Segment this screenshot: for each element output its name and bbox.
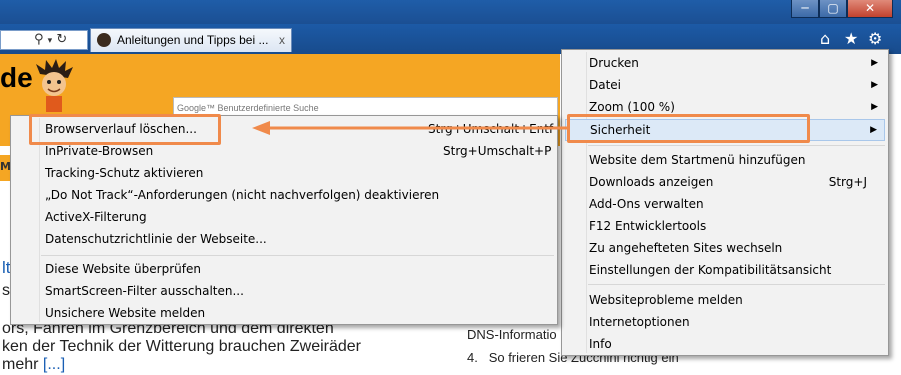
menu-item-activex-filter[interactable]: ActiveX-Filterung (11, 206, 557, 228)
title-bar (0, 0, 901, 24)
favicon-icon (97, 33, 111, 47)
menu-item-label: Websiteprobleme melden (589, 293, 743, 307)
menu-item-startmenu[interactable]: Website dem Startmenü hinzufügen (562, 149, 888, 171)
address-bar-icons: ⚲ ▾ ↻ (34, 30, 67, 51)
menu-item-label: SmartScreen-Filter ausschalten... (45, 284, 244, 298)
tab-close-icon[interactable]: x (279, 29, 285, 51)
highlight-sicherheit (567, 114, 810, 143)
security-submenu: Browserverlauf löschen... Strg+Umschalt+… (10, 115, 558, 325)
menu-item-downloads[interactable]: Downloads anzeigen Strg+J (562, 171, 888, 193)
menu-item-drucken[interactable]: Drucken ▶ (562, 52, 888, 74)
menu-separator (588, 284, 885, 285)
menu-item-info[interactable]: Info (562, 333, 888, 355)
menu-item-label: Drucken (589, 56, 639, 70)
menu-item-shortcut: Strg+J (828, 175, 867, 189)
menu-item-label: Einstellungen der Kompatibilitätsansicht (589, 263, 832, 277)
menu-item-label: Info (589, 337, 612, 351)
article-line: s (2, 282, 10, 299)
search-icon[interactable]: ⚲ (34, 32, 44, 47)
menu-item-compat-view[interactable]: Einstellungen der Kompatibilitätsansicht (562, 259, 888, 281)
close-window-button[interactable]: ✕ (847, 0, 893, 18)
dropdown-icon[interactable]: ▾ (48, 36, 53, 46)
sidebar-item-number: 4. (467, 350, 478, 365)
article-line-last: mehr [...] (2, 356, 65, 374)
menu-item-label: Datenschutzrichtlinie der Webseite... (45, 232, 267, 246)
menu-item-label: ActiveX-Filterung (45, 210, 147, 224)
menu-item-internet-options[interactable]: Internetoptionen (562, 311, 888, 333)
pointer-arrow-icon (252, 121, 568, 135)
article-line: ken der Technik der Witterung brauchen Z… (2, 338, 361, 355)
menu-item-do-not-track[interactable]: „Do Not Track“-Anforderungen (nicht nach… (11, 184, 557, 206)
submenu-arrow-icon: ▶ (871, 80, 878, 90)
refresh-icon[interactable]: ↻ (56, 32, 67, 47)
tools-gear-icon[interactable]: ⚙ (868, 29, 882, 49)
home-icon[interactable]: ⌂ (820, 29, 830, 49)
site-logo[interactable]: de (0, 62, 33, 94)
menu-item-label: Internetoptionen (589, 315, 690, 329)
menu-item-pinned-sites[interactable]: Zu angehefteten Sites wechseln (562, 237, 888, 259)
menu-item-label: Downloads anzeigen (589, 175, 714, 189)
article-line: mehr (2, 356, 39, 373)
highlight-clear-history (29, 114, 221, 145)
maximize-button[interactable]: ▢ (819, 0, 847, 18)
menu-item-tracking-protection[interactable]: Tracking-Schutz aktivieren (11, 162, 557, 184)
menu-item-label: Tracking-Schutz aktivieren (45, 166, 204, 180)
menu-item-label: Zu angehefteten Sites wechseln (589, 241, 783, 255)
menu-item-label: Add-Ons verwalten (589, 197, 704, 211)
tab-title: Anleitungen und Tipps bei ... (117, 33, 269, 47)
favorites-star-icon[interactable]: ★ (844, 29, 858, 49)
menu-item-label: Datei (589, 78, 622, 92)
tools-menu: Drucken ▶ Datei ▶ Zoom (100 %) ▶ Sicherh… (561, 49, 889, 356)
menu-item-datei[interactable]: Datei ▶ (562, 74, 888, 96)
menu-item-label: Unsichere Website melden (45, 306, 206, 320)
sidebar-item[interactable]: DNS-Informatio (467, 327, 557, 342)
tab-active[interactable]: Anleitungen und Tipps bei ... x (90, 28, 292, 52)
minimize-button[interactable]: ─ (791, 0, 819, 18)
menu-item-label: F12 Entwicklertools (589, 219, 707, 233)
mascot-icon (36, 59, 73, 112)
submenu-arrow-icon: ▶ (871, 58, 878, 68)
menu-item-shortcut: Strg+Umschalt+P (443, 144, 552, 158)
menu-item-privacy-policy[interactable]: Datenschutzrichtlinie der Webseite... (11, 228, 557, 250)
menu-separator (588, 145, 885, 146)
menu-item-f12[interactable]: F12 Entwicklertools (562, 215, 888, 237)
read-more-link[interactable]: [...] (43, 356, 65, 373)
menu-item-label: „Do Not Track“-Anforderungen (nicht nach… (45, 188, 440, 202)
menu-separator (41, 255, 554, 256)
menu-item-check-website[interactable]: Diese Website überprüfen (11, 258, 557, 280)
menu-item-report-unsafe[interactable]: Unsichere Website melden (11, 302, 557, 324)
submenu-arrow-icon: ▶ (870, 125, 877, 135)
menu-item-label: Diese Website überprüfen (45, 262, 201, 276)
menu-item-addons[interactable]: Add-Ons verwalten (562, 193, 888, 215)
menu-item-smartscreen[interactable]: SmartScreen-Filter ausschalten... (11, 280, 557, 302)
menu-item-label: Website dem Startmenü hinzufügen (589, 153, 806, 167)
menu-item-report-problems[interactable]: Websiteprobleme melden (562, 289, 888, 311)
submenu-arrow-icon: ▶ (871, 102, 878, 112)
